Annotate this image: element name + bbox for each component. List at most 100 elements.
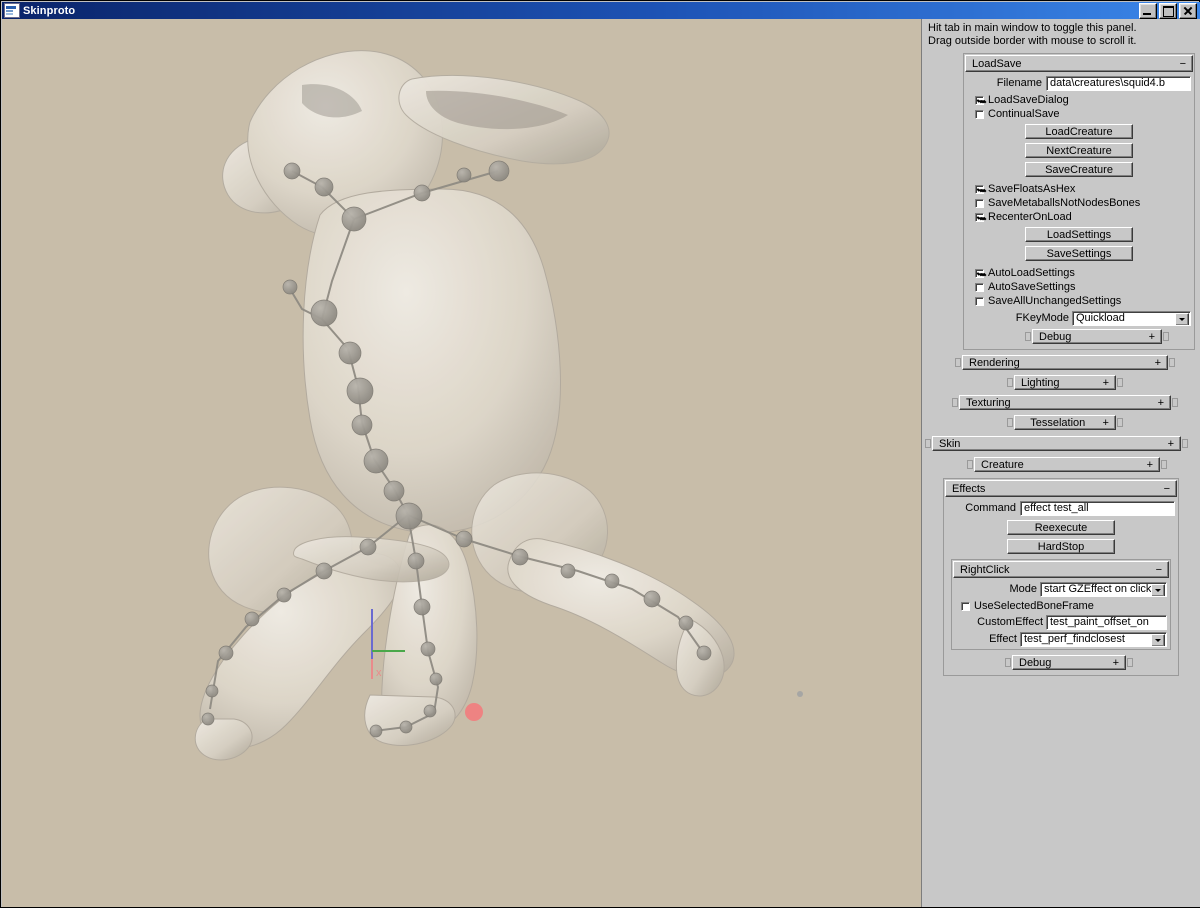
- effects-header[interactable]: Effects −: [945, 480, 1177, 497]
- checkbox-savemetaballsnotnodesbones[interactable]: SaveMetaballsNotNodesBones: [975, 196, 1191, 210]
- mode-select[interactable]: start GZEffect on click: [1040, 582, 1167, 597]
- close-button[interactable]: [1179, 3, 1197, 19]
- bar-tesselation[interactable]: Tesselation +: [1007, 415, 1123, 430]
- texturing-expand-icon: +: [1158, 397, 1170, 409]
- filename-input[interactable]: data\creatures\squid4.b: [1046, 76, 1191, 91]
- checkbox-recenteronload[interactable]: RecenterOnLoad: [975, 210, 1191, 224]
- effect-row: Effect test_perf_findclosest: [955, 632, 1167, 646]
- effects-debug-button[interactable]: Debug +: [1012, 655, 1126, 670]
- checkbox-saveallunchangedsettings-box[interactable]: [975, 297, 984, 306]
- checkbox-savefloatsashex[interactable]: SaveFloatsAsHex: [975, 182, 1191, 196]
- effect-chevron-down-icon[interactable]: [1151, 634, 1165, 647]
- panel-hint-line1: Hit tab in main window to toggle this pa…: [928, 22, 1200, 35]
- mode-chevron-down-icon[interactable]: [1151, 584, 1165, 597]
- checkbox-loadsavedialog-box[interactable]: [975, 96, 984, 105]
- creature-render: x: [2, 19, 921, 907]
- effects-debug-grip-left-icon[interactable]: [1005, 658, 1011, 667]
- checkbox-useselectedboneframe[interactable]: UseSelectedBoneFrame: [961, 599, 1167, 613]
- lighting-grip-right-icon[interactable]: [1117, 378, 1123, 387]
- texturing-grip-right-icon[interactable]: [1172, 398, 1178, 407]
- creature-grip-right-icon[interactable]: [1161, 460, 1167, 469]
- effects-collapse-icon[interactable]: −: [1164, 484, 1176, 494]
- creature-grip-left-icon[interactable]: [967, 460, 973, 469]
- tesselation-grip-right-icon[interactable]: [1117, 418, 1123, 427]
- checkbox-loadsavedialog-label: LoadSaveDialog: [988, 94, 1069, 106]
- skin-grip-left-icon[interactable]: [925, 439, 931, 448]
- checkbox-autoloadsettings-label: AutoLoadSettings: [988, 267, 1075, 279]
- bar-lighting[interactable]: Lighting +: [1007, 375, 1123, 390]
- rendering-grip-right-icon[interactable]: [1169, 358, 1175, 367]
- fkeymode-row: FKeyMode Quickload: [967, 311, 1191, 325]
- checkbox-saveallunchangedsettings-label: SaveAllUnchangedSettings: [988, 295, 1121, 307]
- rendering-button[interactable]: Rendering +: [962, 355, 1168, 370]
- effects-debug-bar[interactable]: Debug +: [1005, 655, 1133, 670]
- settings-panel[interactable]: Hit tab in main window to toggle this pa…: [921, 19, 1200, 907]
- loadsave-header[interactable]: LoadSave −: [965, 55, 1193, 72]
- tesselation-button[interactable]: Tesselation +: [1014, 415, 1116, 430]
- command-input[interactable]: effect test_all: [1020, 501, 1175, 516]
- rendering-grip-left-icon[interactable]: [955, 358, 961, 367]
- mode-value: start GZEffect on click: [1044, 583, 1151, 595]
- customeffect-row: CustomEffect test_paint_offset_on: [955, 615, 1167, 629]
- checkbox-autosavesettings-box[interactable]: [975, 283, 984, 292]
- checkbox-continualsave[interactable]: ContinualSave: [975, 107, 1191, 121]
- nextcreature-button[interactable]: NextCreature: [1025, 143, 1133, 158]
- tesselation-grip-left-icon[interactable]: [1007, 418, 1013, 427]
- checkbox-autosavesettings[interactable]: AutoSaveSettings: [975, 280, 1191, 294]
- checkbox-loadsavedialog[interactable]: LoadSaveDialog: [975, 93, 1191, 107]
- checkbox-useselectedboneframe-label: UseSelectedBoneFrame: [974, 600, 1094, 612]
- checkbox-savefloatsashex-box[interactable]: [975, 185, 984, 194]
- skin-label: Skin: [933, 438, 960, 450]
- savesettings-button[interactable]: SaveSettings: [1025, 246, 1133, 261]
- texturing-button[interactable]: Texturing +: [959, 395, 1171, 410]
- checkbox-savemetaballsnotnodesbones-box[interactable]: [975, 199, 984, 208]
- fkeymode-select[interactable]: Quickload: [1072, 311, 1191, 326]
- chevron-down-icon[interactable]: [1175, 313, 1189, 326]
- skin-button[interactable]: Skin +: [932, 436, 1181, 451]
- hardstop-button[interactable]: HardStop: [1007, 539, 1115, 554]
- loadsave-debug-button[interactable]: Debug +: [1032, 329, 1162, 344]
- rightclick-header[interactable]: RightClick −: [953, 561, 1169, 578]
- application-window: Skinproto: [0, 0, 1200, 908]
- checkbox-autoloadsettings-box[interactable]: [975, 269, 984, 278]
- fkeymode-value: Quickload: [1076, 312, 1125, 324]
- 3d-viewport[interactable]: x: [2, 19, 921, 907]
- minimize-button[interactable]: [1139, 3, 1157, 19]
- skin-grip-right-icon[interactable]: [1182, 439, 1188, 448]
- drag-grip-right-icon[interactable]: [1163, 332, 1169, 341]
- rendering-expand-icon: +: [1155, 357, 1167, 369]
- bar-texturing[interactable]: Texturing +: [952, 395, 1178, 410]
- bar-rendering[interactable]: Rendering +: [955, 355, 1175, 370]
- checkbox-continualsave-label: ContinualSave: [988, 108, 1060, 120]
- checkbox-recenteronload-box[interactable]: [975, 213, 984, 222]
- loadcreature-button[interactable]: LoadCreature: [1025, 124, 1133, 139]
- reexecute-button[interactable]: Reexecute: [1007, 520, 1115, 535]
- loadsave-collapse-icon[interactable]: −: [1180, 59, 1192, 69]
- checkbox-useselectedboneframe-box[interactable]: [961, 602, 970, 611]
- lighting-button[interactable]: Lighting +: [1014, 375, 1116, 390]
- customeffect-input[interactable]: test_paint_offset_on: [1046, 615, 1167, 630]
- effects-body: Command effect test_all Reexecute HardSt…: [944, 497, 1178, 675]
- bar-skin[interactable]: Skin +: [925, 436, 1188, 451]
- effect-select[interactable]: test_perf_findclosest: [1020, 632, 1167, 647]
- checkbox-autoloadsettings[interactable]: AutoLoadSettings: [975, 266, 1191, 280]
- rightclick-title: RightClick: [954, 564, 1010, 576]
- savesettings-row: SaveSettings: [967, 246, 1191, 261]
- window-title: Skinproto: [23, 5, 75, 17]
- maximize-button[interactable]: [1159, 3, 1177, 19]
- effects-debug-grip-right-icon[interactable]: [1127, 658, 1133, 667]
- creature-button[interactable]: Creature +: [974, 457, 1160, 472]
- app-icon: [4, 3, 20, 18]
- rightclick-collapse-icon[interactable]: −: [1156, 565, 1168, 575]
- checkbox-continualsave-box[interactable]: [975, 110, 984, 119]
- loadsettings-button[interactable]: LoadSettings: [1025, 227, 1133, 242]
- drag-grip-left-icon[interactable]: [1025, 332, 1031, 341]
- loadsave-debug-bar[interactable]: Debug +: [1025, 329, 1169, 344]
- bar-creature[interactable]: Creature +: [967, 457, 1167, 472]
- title-bar[interactable]: Skinproto: [2, 2, 1200, 19]
- texturing-grip-left-icon[interactable]: [952, 398, 958, 407]
- checkbox-saveallunchangedsettings[interactable]: SaveAllUnchangedSettings: [975, 294, 1191, 308]
- lighting-grip-left-icon[interactable]: [1007, 378, 1013, 387]
- savecreature-button[interactable]: SaveCreature: [1025, 162, 1133, 177]
- texturing-label: Texturing: [960, 397, 1011, 409]
